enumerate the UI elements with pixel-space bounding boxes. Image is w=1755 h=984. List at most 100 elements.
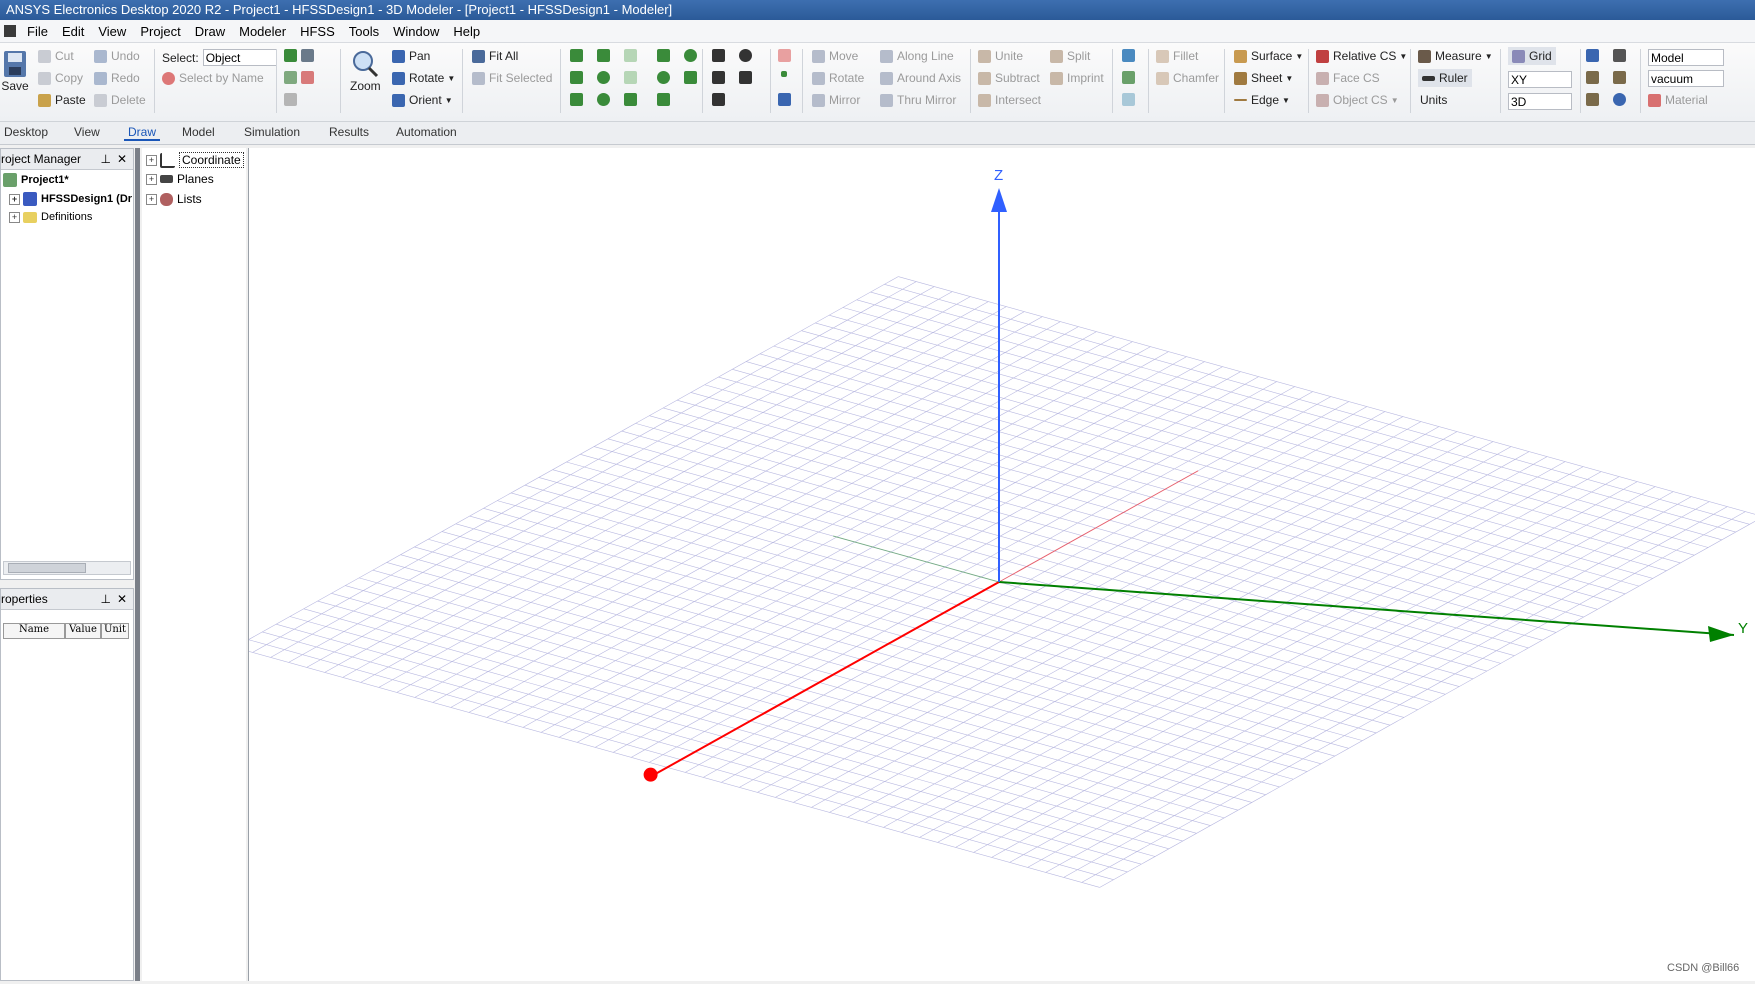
grid-toggle[interactable]: Grid [1508, 47, 1556, 65]
menu-tools[interactable]: Tools [342, 24, 386, 39]
imprint-button[interactable]: Imprint [1050, 71, 1104, 85]
grid-plane-dropdown[interactable] [1508, 71, 1572, 88]
horizontal-scrollbar[interactable] [3, 561, 131, 575]
rotate-view-button[interactable]: Rotate ▼ [392, 71, 455, 85]
tab-view[interactable]: View [70, 125, 104, 139]
face-cs-button[interactable]: Face CS [1316, 71, 1380, 85]
delete-button[interactable]: Delete [94, 93, 146, 107]
expand-icon[interactable]: + [9, 193, 20, 205]
box-icon[interactable] [570, 49, 583, 62]
expand-icon[interactable]: + [146, 193, 157, 205]
fit-all-button[interactable]: Fit All [472, 49, 518, 63]
menu-draw[interactable]: Draw [188, 24, 232, 39]
show-all-button[interactable] [284, 93, 301, 106]
close-icon[interactable]: ✕ [117, 149, 127, 169]
ellipse-icon[interactable] [684, 49, 697, 62]
subtract-button[interactable]: Subtract [978, 71, 1040, 85]
save-button[interactable]: Save [0, 49, 30, 93]
equation-line-icon[interactable] [739, 71, 752, 84]
select-by-name-button[interactable]: Select by Name [162, 71, 264, 85]
relative-cs-menu[interactable]: Relative CS ▼ [1316, 49, 1407, 63]
sweep-button[interactable] [1122, 49, 1139, 62]
column-value[interactable]: Value [65, 623, 101, 639]
redo-button[interactable]: Redo [94, 71, 140, 85]
tab-draw[interactable]: Draw [124, 125, 161, 141]
tab-results[interactable]: Results [325, 125, 373, 139]
menu-window[interactable]: Window [386, 24, 446, 39]
column-name[interactable]: Name [3, 623, 65, 639]
polyhedron-icon[interactable] [570, 93, 583, 106]
circle-icon[interactable] [657, 71, 670, 84]
column-unit[interactable]: Unit [101, 623, 129, 639]
ruler-toggle[interactable]: Ruler [1418, 69, 1472, 87]
arc-icon[interactable] [739, 49, 752, 62]
connect-button[interactable] [1122, 71, 1139, 84]
tab-simulation[interactable]: Simulation [240, 125, 304, 139]
units-button[interactable]: Units [1420, 93, 1447, 107]
copy-button[interactable]: Copy [38, 71, 83, 85]
unite-button[interactable]: Unite [978, 49, 1023, 63]
rectangle-icon[interactable] [657, 49, 670, 62]
polygon-icon[interactable] [657, 93, 670, 106]
snap-center-icon[interactable] [1586, 93, 1599, 106]
tab-model[interactable]: Model [178, 125, 219, 139]
chamfer-button[interactable]: Chamfer [1156, 71, 1219, 85]
object-cs-menu[interactable]: Object CS ▼ [1316, 93, 1399, 107]
menu-hfss[interactable]: HFSS [293, 24, 342, 39]
helix-icon[interactable] [624, 49, 637, 62]
edge-menu[interactable]: Edge ▼ [1234, 93, 1290, 107]
cone-icon[interactable] [597, 49, 610, 62]
measure-menu[interactable]: Measure ▼ [1418, 49, 1493, 63]
menu-file[interactable]: File [20, 24, 55, 39]
tree-lists[interactable]: + Lists [146, 192, 202, 206]
mirror-button[interactable]: Mirror [812, 93, 860, 107]
show-hide-toggle[interactable] [284, 49, 318, 62]
pin-icon[interactable]: ⊥ [101, 589, 111, 609]
snap-vertex-icon[interactable] [1613, 49, 1626, 62]
rotate-object-button[interactable]: Rotate [812, 71, 864, 85]
paste-button[interactable]: Paste [38, 93, 86, 107]
along-line-button[interactable]: Along Line [880, 49, 954, 63]
around-axis-button[interactable]: Around Axis [880, 71, 961, 85]
spline-icon[interactable] [712, 71, 725, 84]
surface-menu[interactable]: Surface ▼ [1234, 49, 1303, 63]
fit-selected-button[interactable]: Fit Selected [472, 71, 552, 85]
tree-coordinate-systems[interactable]: + Coordinate [146, 152, 244, 168]
scrollbar-thumb[interactable] [8, 563, 86, 573]
grid-dimension-dropdown[interactable] [1508, 93, 1572, 110]
material-button[interactable]: Material [1648, 93, 1708, 107]
tree-project[interactable]: Project1* [3, 173, 69, 187]
select-mode-dropdown[interactable] [202, 49, 277, 66]
torus-icon[interactable] [597, 93, 610, 106]
thru-mirror-button[interactable]: Thru Mirror [880, 93, 956, 107]
fillet-button[interactable]: Fillet [1156, 49, 1198, 63]
cylinder-icon[interactable] [570, 71, 583, 84]
snap-quadrant-icon[interactable] [1613, 93, 1626, 106]
orient-button[interactable]: Orient ▼ [392, 93, 453, 107]
split-button[interactable]: Split [1050, 49, 1090, 63]
plane-button[interactable] [778, 93, 795, 106]
menu-help[interactable]: Help [446, 24, 487, 39]
pin-icon[interactable]: ⊥ [101, 149, 111, 169]
menu-view[interactable]: View [91, 24, 133, 39]
region-button[interactable] [778, 49, 795, 62]
expand-icon[interactable]: + [146, 154, 157, 166]
menu-edit[interactable]: Edit [55, 24, 91, 39]
cut-button[interactable]: Cut [38, 49, 74, 63]
move-button[interactable]: Move [812, 49, 858, 63]
material-dropdown[interactable] [1648, 70, 1724, 87]
menu-project[interactable]: Project [133, 24, 187, 39]
undo-button[interactable]: Undo [94, 49, 140, 63]
close-icon[interactable]: ✕ [117, 589, 127, 609]
tree-definitions[interactable]: + Definitions [9, 211, 92, 223]
zoom-button[interactable]: Zoom [350, 49, 381, 93]
snap-edge-icon[interactable] [1586, 71, 1599, 84]
point-button[interactable] [778, 71, 791, 77]
tab-desktop[interactable]: Desktop [0, 125, 52, 139]
pan-button[interactable]: Pan [392, 49, 430, 63]
expand-icon[interactable]: + [146, 173, 157, 185]
modeler-viewport[interactable]: Z Y CSDN @Bill66 [234, 148, 1755, 981]
expand-icon[interactable]: + [9, 211, 20, 223]
hide-button[interactable] [284, 71, 318, 84]
model-dropdown[interactable] [1648, 49, 1724, 66]
